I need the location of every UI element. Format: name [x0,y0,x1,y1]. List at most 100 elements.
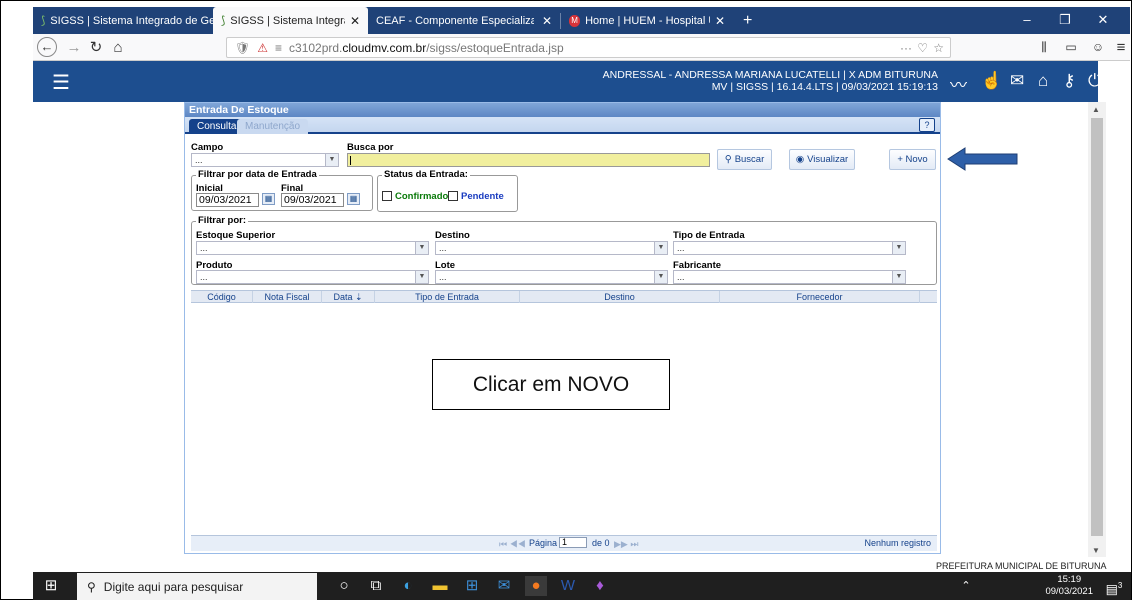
close-tab-icon[interactable]: ✕ [715,14,725,28]
chevron-down-icon[interactable]: ▼ [325,154,338,166]
taskbar-search[interactable]: ⚲ Digite aqui para pesquisar [77,573,317,600]
chevron-down-icon[interactable]: ▼ [415,242,428,254]
tipo-entrada-select[interactable]: ... ▼ [673,241,906,255]
col-tipo-entrada[interactable]: Tipo de Entrada [375,291,520,303]
panel-tabs: Consulta Manutenção ? [185,117,940,134]
estoque-superior-label: Estoque Superior [196,230,276,241]
filter-legend: Filtrar por: [196,215,249,226]
col-data[interactable]: Data ⇣ [322,291,375,303]
page-actions-icon[interactable]: ··· [900,41,912,55]
firefox-icon[interactable]: ● [525,576,547,596]
col-nota-fiscal[interactable]: Nota Fiscal [253,291,322,303]
empty-message: Nenhum registro [864,538,931,548]
estoque-superior-select[interactable]: ... ▼ [196,241,429,255]
chevron-down-icon[interactable]: ▼ [892,242,905,254]
edge-icon[interactable]: ◐ [397,576,419,596]
taskbar-clock[interactable]: 15:19 09/03/2021 [1045,574,1093,598]
confirmado-checkbox[interactable] [382,191,392,201]
final-date-input[interactable]: 09/03/2021 [281,193,344,207]
home-icon[interactable]: ⌂ [1038,71,1048,91]
close-window-icon[interactable]: ✕ [1085,7,1121,34]
close-tab-icon[interactable]: ✕ [542,14,552,28]
browser-tab-2[interactable]: ⟆ SIGSS | Sistema Integrado de Ge ✕ [213,7,368,34]
back-icon[interactable]: ← [37,37,57,57]
app-header: ☰ ANDRESSAL - ANDRESSA MARIANA LUCATELLI… [33,61,1101,102]
next-page-icon[interactable]: ▶▶ ⏭ [614,539,638,550]
hamburger-menu-icon[interactable]: ☰ [52,70,70,95]
destino-select[interactable]: ... ▼ [435,241,668,255]
chevron-down-icon[interactable]: ▼ [654,242,667,254]
windows-start-icon[interactable]: ⊞ [40,576,62,596]
sidebar-icon[interactable]: ▭ [1060,37,1082,58]
col-destino[interactable]: Destino [520,291,720,303]
huem-favicon-icon: M [569,14,581,27]
cortana-icon[interactable]: ○ [333,576,355,596]
store-icon[interactable]: ⊞ [461,576,483,596]
campo-select[interactable]: ... ▼ [191,153,339,167]
mail-icon[interactable]: ✉ [1010,71,1024,91]
buscar-button[interactable]: ⚲ Buscar [717,149,772,170]
power-icon[interactable]: ⏻ [1088,71,1101,91]
browser-tab-1[interactable]: ⟆ SIGSS | Sistema Integrado de Ge ✕ [33,7,213,34]
campo-value: ... [195,155,203,165]
browser-tab-3-title: CEAF - Componente Especializado [376,14,534,27]
produto-select[interactable]: ... ▼ [196,270,429,284]
word-icon[interactable]: W [557,576,579,596]
inicial-date-input[interactable]: 09/03/2021 [196,193,259,207]
account-icon[interactable]: ☺ [1087,37,1109,58]
new-tab-button[interactable]: + [735,7,765,34]
help-icon[interactable]: ? [919,118,935,132]
novo-button[interactable]: + Novo [889,149,936,170]
confirmado-label: Confirmado [395,191,449,202]
buscar-button-label: Buscar [734,154,765,165]
sigss-favicon-icon: ⟆ [41,15,46,27]
mail-icon[interactable]: ✉ [493,576,515,596]
page-scrollbar[interactable]: ▲ ▼ [1088,102,1106,557]
visualizar-button[interactable]: ◉ Visualizar [789,149,855,170]
status-legend: Status da Entrada: [382,169,470,180]
col-fornecedor[interactable]: Fornecedor [720,291,920,303]
restore-icon[interactable]: ❐ [1047,7,1083,34]
busca-input[interactable] [347,153,710,167]
activity-chart-icon[interactable]: 〰 [950,71,967,96]
library-icon[interactable]: ⫼ [1033,37,1055,58]
calendar-icon[interactable]: ▦ [262,193,275,205]
touch-icon[interactable]: ☝ [981,71,1002,91]
menu-icon[interactable]: ≡ [1110,37,1132,58]
notifications-icon[interactable]: ▤3 [1103,576,1125,596]
key-icon[interactable]: ⚷ [1063,71,1075,91]
col-codigo[interactable]: Código [191,291,253,303]
grid-pager: ⏮ ◀◀ Página 1 de 0 ▶▶ ⏭ Nenhum registro [191,535,937,551]
taskbar-date: 09/03/2021 [1045,586,1093,597]
chevron-down-icon[interactable]: ▼ [415,271,428,283]
scroll-up-icon[interactable]: ▲ [1092,105,1100,114]
pocket-icon[interactable]: ♡ [917,41,928,55]
minimize-icon[interactable]: – [1009,7,1045,34]
pointer-arrow-icon [947,147,1018,171]
url-bar[interactable]: 🛡 ⚠ ≡ c3102prd.cloudmv.com.br/sigss/esto… [226,37,951,58]
chevron-down-icon[interactable]: ▼ [654,271,667,283]
pendente-checkbox[interactable] [448,191,458,201]
page-number-input[interactable]: 1 [559,537,587,548]
bookmark-star-icon[interactable]: ☆ [933,41,944,55]
estoque-superior-value: ... [200,243,208,253]
close-tab-icon[interactable]: ✕ [350,14,360,28]
browser-tab-3[interactable]: CEAF - Componente Especializado ✕ [368,7,560,34]
chevron-down-icon[interactable]: ▼ [892,271,905,283]
task-view-icon[interactable]: ⧉ [365,576,387,596]
file-explorer-icon[interactable]: ▬ [429,576,451,596]
scroll-down-icon[interactable]: ▼ [1092,546,1100,555]
home-icon[interactable]: ⌂ [107,37,129,58]
browser-tab-4[interactable]: M Home | HUEM - Hospital Unive ✕ [561,7,733,34]
reload-icon[interactable]: ↻ [85,37,107,58]
app-drop-icon[interactable]: ♦ [589,576,611,596]
scrollbar-thumb[interactable] [1091,118,1103,536]
system-tray-icons[interactable]: ⌃ ▭ ◁) [955,576,977,596]
first-page-icon[interactable]: ⏮ ◀◀ [499,539,526,550]
calendar-icon[interactable]: ▦ [347,193,360,205]
tab-manutencao[interactable]: Manutenção [237,119,309,134]
lote-select[interactable]: ... ▼ [435,270,668,284]
fabricante-select[interactable]: ... ▼ [673,270,906,284]
forward-icon[interactable]: → [63,37,85,58]
stock-entry-panel: Entrada De Estoque Consulta Manutenção ?… [184,102,941,554]
